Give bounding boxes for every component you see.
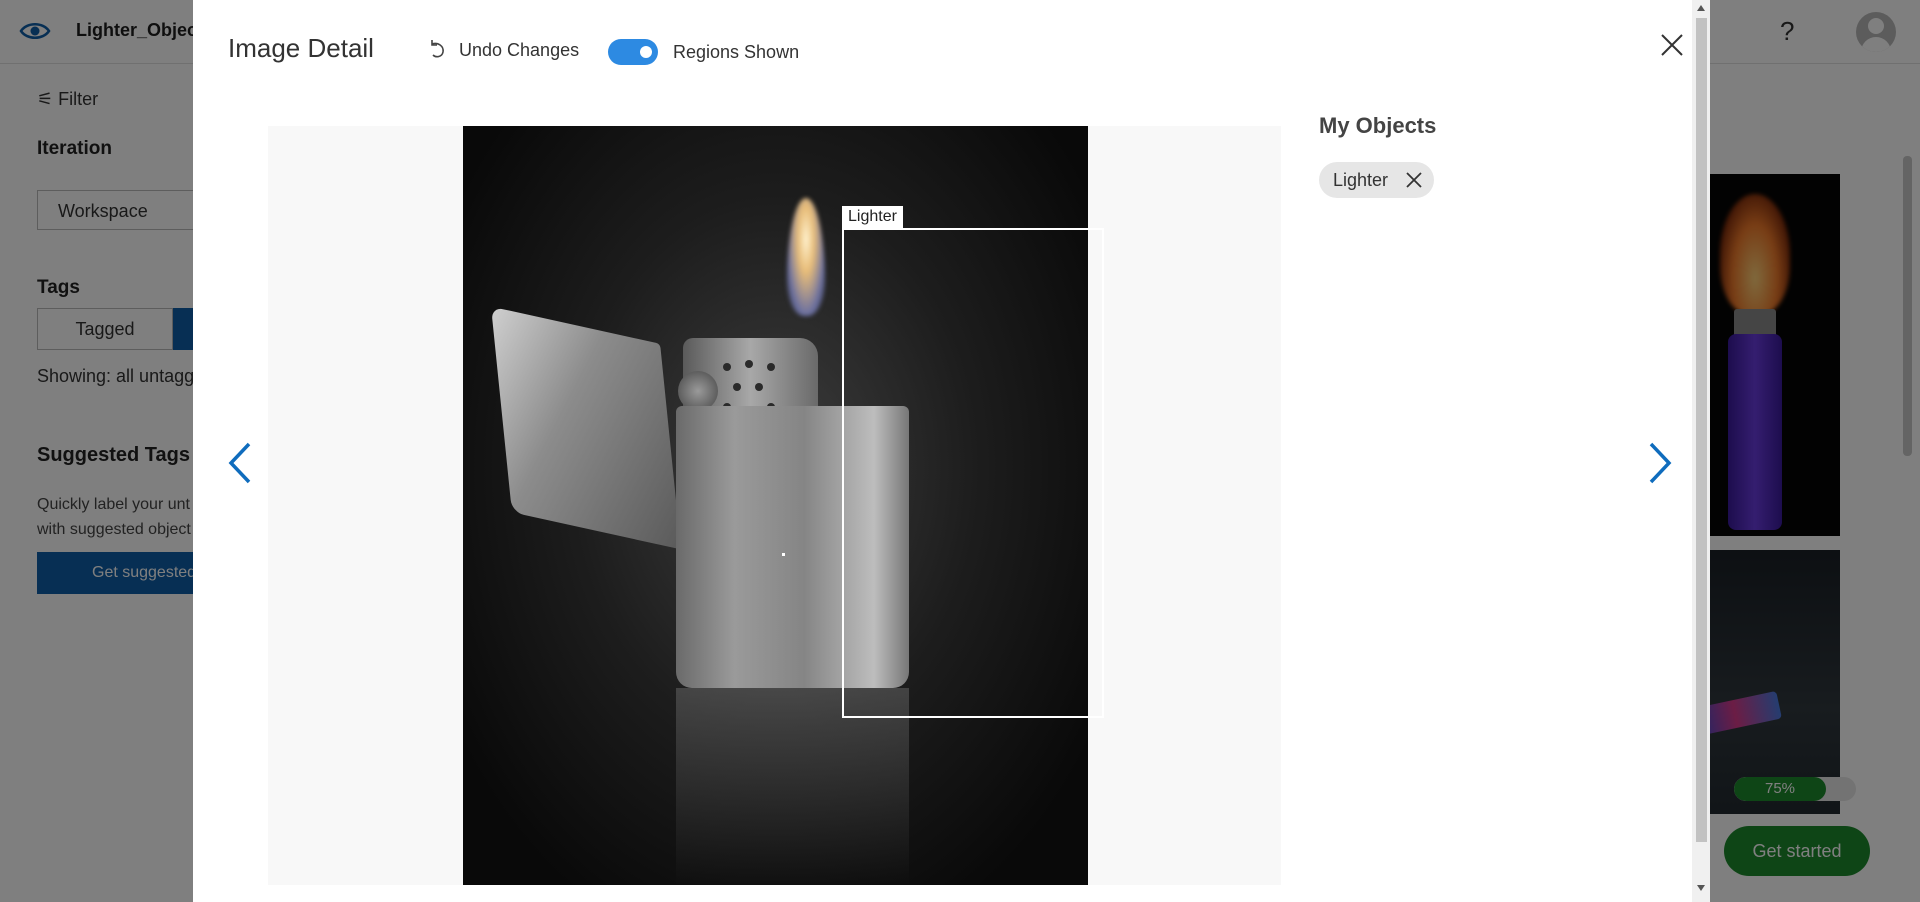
close-icon[interactable] (1657, 30, 1687, 60)
chimney-hole (733, 383, 741, 391)
scroll-down-icon[interactable] (1695, 882, 1707, 894)
chimney-hole (767, 363, 775, 371)
chevron-right-icon[interactable] (1643, 440, 1677, 486)
regions-shown-toggle[interactable] (608, 39, 658, 65)
undo-changes-button[interactable]: Undo Changes (426, 39, 579, 61)
remove-tag-icon[interactable] (1404, 170, 1424, 190)
region-bounding-box[interactable] (842, 228, 1104, 718)
regions-shown-label: Regions Shown (673, 41, 800, 62)
object-tag-label: Lighter (1333, 169, 1389, 190)
chimney-hole (755, 383, 763, 391)
modal-scrollbar-thumb[interactable] (1696, 18, 1707, 842)
object-tag-chip[interactable]: Lighter (1319, 162, 1435, 198)
modal-title: Image Detail (228, 33, 374, 63)
chevron-left-icon[interactable] (223, 440, 257, 486)
my-objects-title: My Objects (1319, 113, 1437, 138)
undo-icon (431, 40, 444, 58)
regions-toggle-group: Regions Shown (608, 39, 799, 65)
image-flame (787, 198, 825, 316)
image-glint (782, 553, 785, 556)
image-detail-modal: Image Detail Undo Changes Regions Shown (193, 0, 1710, 902)
region-tag-label[interactable]: Lighter (842, 206, 903, 228)
image-lighter-wheel (678, 371, 718, 411)
chimney-hole (745, 360, 753, 368)
toggle-knob (640, 46, 652, 58)
image-lighter-lid (491, 306, 681, 550)
undo-changes-label: Undo Changes (459, 39, 580, 60)
scroll-up-icon[interactable] (1695, 2, 1707, 14)
chimney-hole (723, 363, 731, 371)
